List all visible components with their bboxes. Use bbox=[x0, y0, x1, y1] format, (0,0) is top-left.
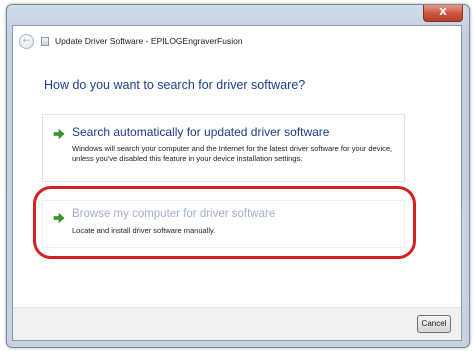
device-icon bbox=[41, 37, 49, 46]
green-arrow-icon bbox=[53, 128, 65, 140]
back-button[interactable]: ← bbox=[19, 34, 34, 49]
cancel-button[interactable]: Cancel bbox=[417, 315, 451, 333]
dialog-window: X ← Update Driver Software - EPILOGEngra… bbox=[6, 4, 470, 348]
page-heading: How do you want to search for driver sof… bbox=[44, 78, 306, 92]
option-search-automatically[interactable]: Search automatically for updated driver … bbox=[42, 114, 405, 182]
wizard-nav-bar: ← Update Driver Software - EPILOGEngrave… bbox=[13, 26, 461, 58]
option-browse-computer[interactable]: Browse my computer for driver software L… bbox=[42, 200, 405, 248]
green-arrow-icon bbox=[53, 212, 65, 224]
title-bar: X bbox=[7, 5, 469, 23]
wizard-content: ← Update Driver Software - EPILOGEngrave… bbox=[12, 25, 462, 341]
wizard-title: Update Driver Software - EPILOGEngraverF… bbox=[55, 36, 243, 46]
option-title[interactable]: Browse my computer for driver software bbox=[72, 208, 275, 220]
wizard-footer: Cancel bbox=[13, 307, 461, 340]
window-title bbox=[107, 8, 337, 18]
close-button[interactable]: X bbox=[423, 5, 463, 22]
option-title[interactable]: Search automatically for updated driver … bbox=[72, 125, 329, 139]
option-description: Windows will search your computer and th… bbox=[72, 144, 393, 163]
option-description: Locate and install driver software manua… bbox=[72, 226, 216, 235]
